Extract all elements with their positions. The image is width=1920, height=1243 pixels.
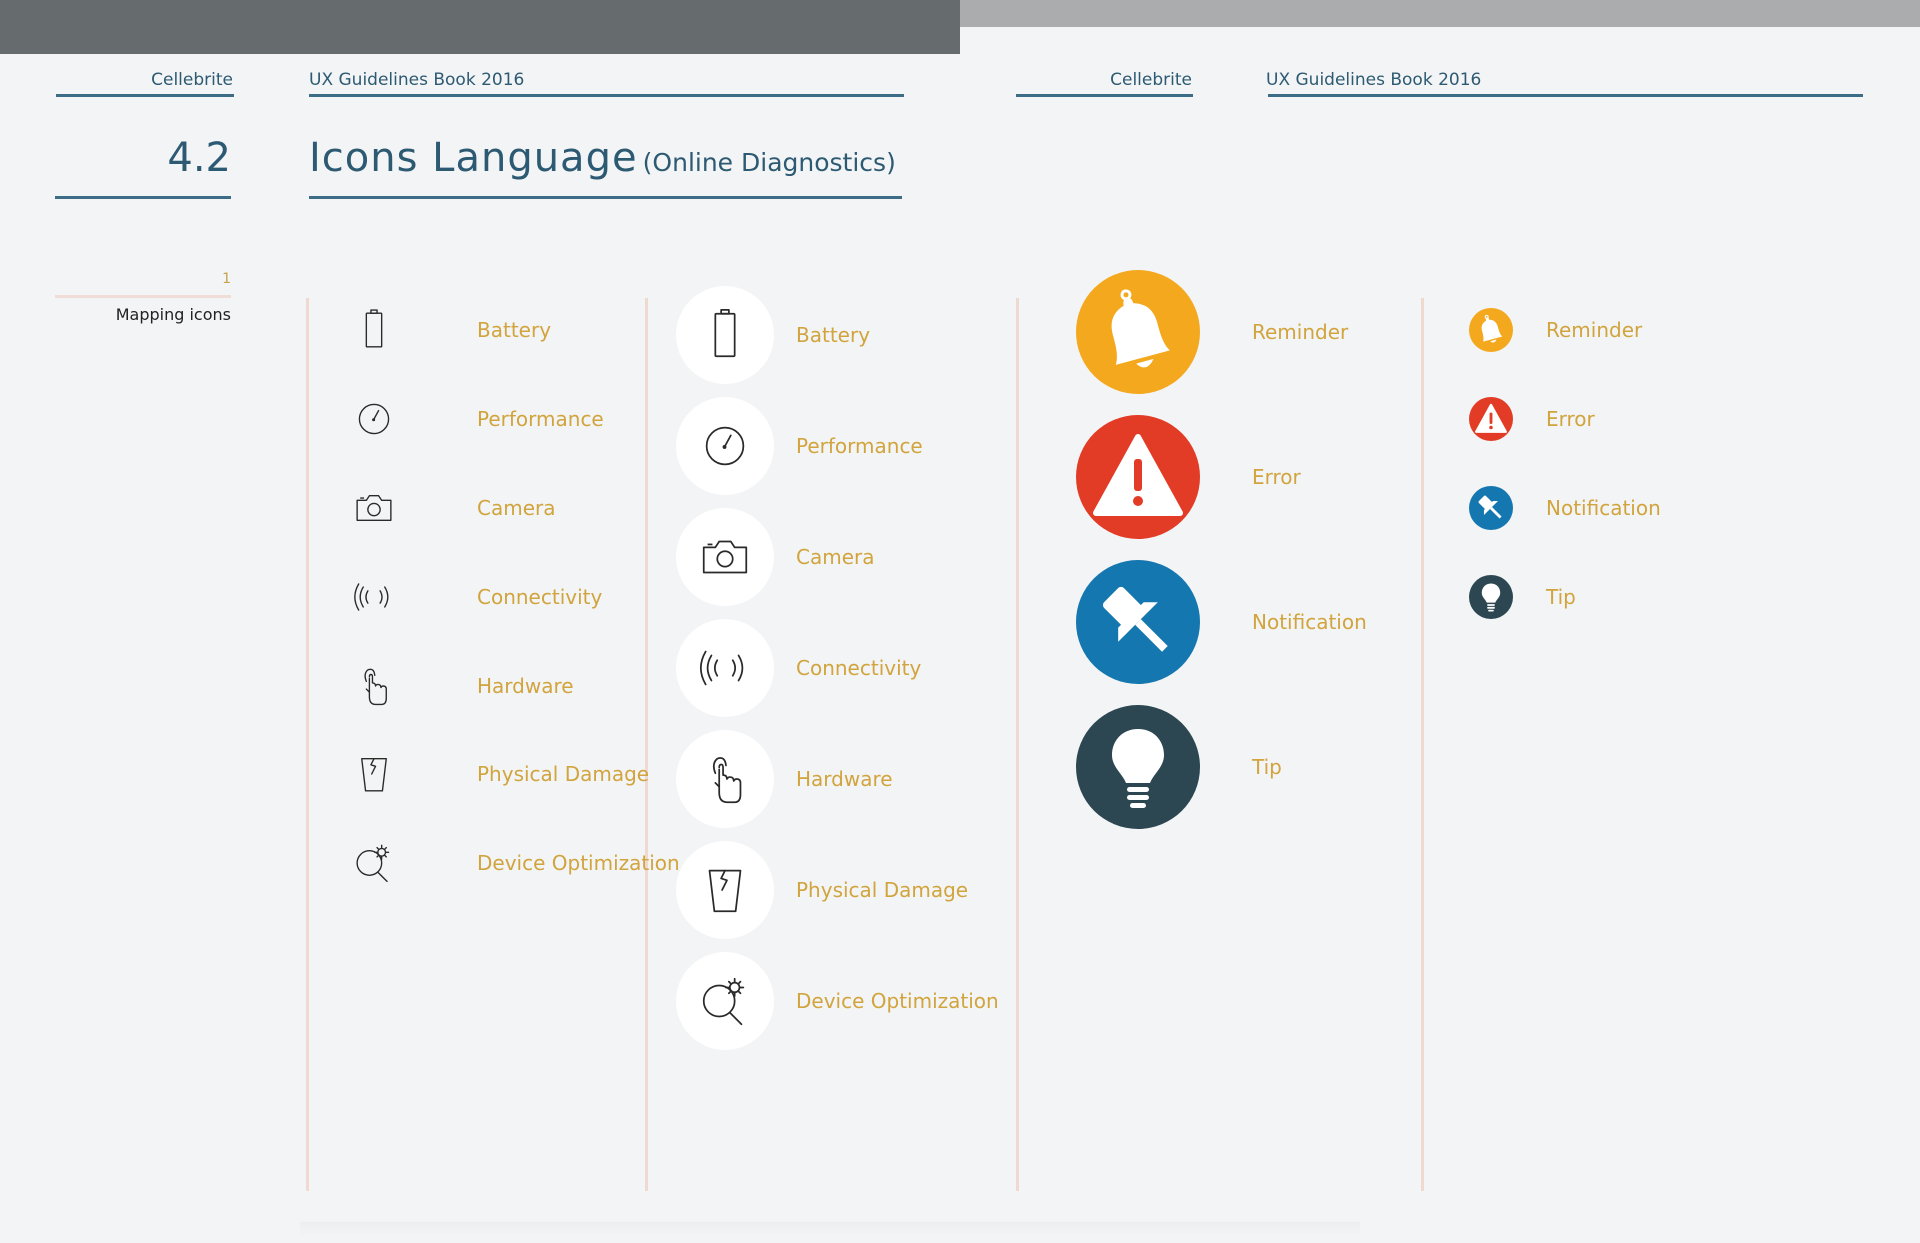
outline-label-device-optimization: Device Optimization (477, 851, 680, 875)
status-small-row-notification: Notification (1469, 486, 1661, 530)
outline-icon-row-hardware: Hardware (349, 661, 574, 711)
warning-icon (1469, 397, 1513, 441)
brand-left: Cellebrite (151, 70, 233, 90)
circle-icon-row-performance: Performance (676, 397, 923, 495)
status-small-row-error: Error (1469, 397, 1595, 441)
toc-link-mapping-icons[interactable]: Mapping icons (56, 305, 231, 325)
status-small-label-notification: Notification (1546, 496, 1661, 520)
physical-damage-icon (349, 749, 399, 799)
circle-label-connectivity: Connectivity (796, 656, 922, 680)
brand-left-rule (56, 94, 234, 97)
section-number: 4.2 (167, 135, 231, 181)
device-optimization-icon (676, 952, 774, 1050)
book-title-right-rule (1268, 94, 1863, 97)
camera-icon (676, 508, 774, 606)
circle-icon-row-hardware: Hardware (676, 730, 893, 828)
toc-rule (55, 295, 231, 298)
outline-label-hardware: Hardware (477, 674, 574, 698)
book-title-left-rule (309, 94, 904, 97)
circle-icon-row-camera: Camera (676, 508, 875, 606)
column-divider-3 (1016, 298, 1019, 1191)
bell-icon (1469, 308, 1513, 352)
outline-icon-row-camera: Camera (349, 483, 556, 533)
outline-label-physical-damage: Physical Damage (477, 762, 650, 786)
book-title-right: UX Guidelines Book 2016 (1266, 70, 1482, 90)
lightbulb-icon (1076, 705, 1200, 829)
hardware-icon (676, 730, 774, 828)
connectivity-icon (349, 572, 399, 622)
status-large-label-reminder: Reminder (1252, 320, 1349, 344)
page-title-main: Icons Language (309, 135, 638, 181)
status-large-label-error: Error (1252, 465, 1301, 489)
status-small-label-error: Error (1546, 407, 1595, 431)
outline-icon-row-connectivity: Connectivity (349, 572, 602, 622)
status-large-label-tip: Tip (1252, 755, 1282, 779)
section-number-rule (55, 196, 231, 199)
status-small-row-tip: Tip (1469, 575, 1576, 619)
status-large-row-error: Error (1076, 415, 1301, 539)
top-bar-left (0, 0, 960, 54)
outline-icon-row-physical-damage: Physical Damage (349, 749, 649, 799)
page-title-rule (309, 196, 902, 199)
battery-icon (349, 305, 399, 355)
camera-icon (349, 483, 399, 533)
outline-icon-row-battery: Battery (349, 305, 551, 355)
outline-label-connectivity: Connectivity (477, 585, 603, 609)
circle-label-physical-damage: Physical Damage (796, 878, 969, 902)
brand-right: Cellebrite (1110, 70, 1192, 90)
circle-icon-row-battery: Battery (676, 286, 870, 384)
status-small-label-reminder: Reminder (1546, 318, 1643, 342)
circle-label-performance: Performance (796, 434, 923, 458)
physical-damage-icon (676, 841, 774, 939)
status-large-row-reminder: Reminder (1076, 270, 1348, 394)
performance-icon (676, 397, 774, 495)
circle-icon-row-device-optimization: Device Optimization (676, 952, 999, 1050)
column-divider-4 (1421, 298, 1424, 1191)
circle-label-hardware: Hardware (796, 767, 893, 791)
pushpin-icon (1469, 486, 1513, 530)
performance-icon (349, 394, 399, 444)
circle-icon-row-connectivity: Connectivity (676, 619, 921, 717)
outline-icon-row-performance: Performance (349, 394, 604, 444)
circle-label-battery: Battery (796, 323, 871, 347)
circle-label-device-optimization: Device Optimization (796, 989, 999, 1013)
pushpin-icon (1076, 560, 1200, 684)
page-bottom-shadow (300, 1222, 1360, 1236)
page-title: Icons Language (Online Diagnostics) (309, 134, 896, 190)
status-small-label-tip: Tip (1546, 585, 1576, 609)
toc-number: 1 (222, 271, 231, 287)
hardware-icon (349, 661, 399, 711)
circle-icon-row-physical-damage: Physical Damage (676, 841, 968, 939)
connectivity-icon (676, 619, 774, 717)
status-large-row-tip: Tip (1076, 705, 1282, 829)
status-large-row-notification: Notification (1076, 560, 1367, 684)
outline-icon-row-device-optimization: Device Optimization (349, 838, 680, 888)
status-large-label-notification: Notification (1252, 610, 1367, 634)
warning-icon (1076, 415, 1200, 539)
outline-label-performance: Performance (477, 407, 604, 431)
brand-right-rule (1016, 94, 1193, 97)
battery-icon (676, 286, 774, 384)
book-title-left: UX Guidelines Book 2016 (309, 70, 525, 90)
top-bar-right (960, 0, 1920, 27)
outline-label-camera: Camera (477, 496, 556, 520)
device-optimization-icon (349, 838, 399, 888)
status-small-row-reminder: Reminder (1469, 308, 1642, 352)
lightbulb-icon (1469, 575, 1513, 619)
bell-icon (1076, 270, 1200, 394)
column-divider-2 (645, 298, 648, 1191)
circle-label-camera: Camera (796, 545, 875, 569)
column-divider-1 (306, 298, 309, 1191)
page-title-subtitle: (Online Diagnostics) (642, 148, 896, 177)
outline-label-battery: Battery (477, 318, 552, 342)
